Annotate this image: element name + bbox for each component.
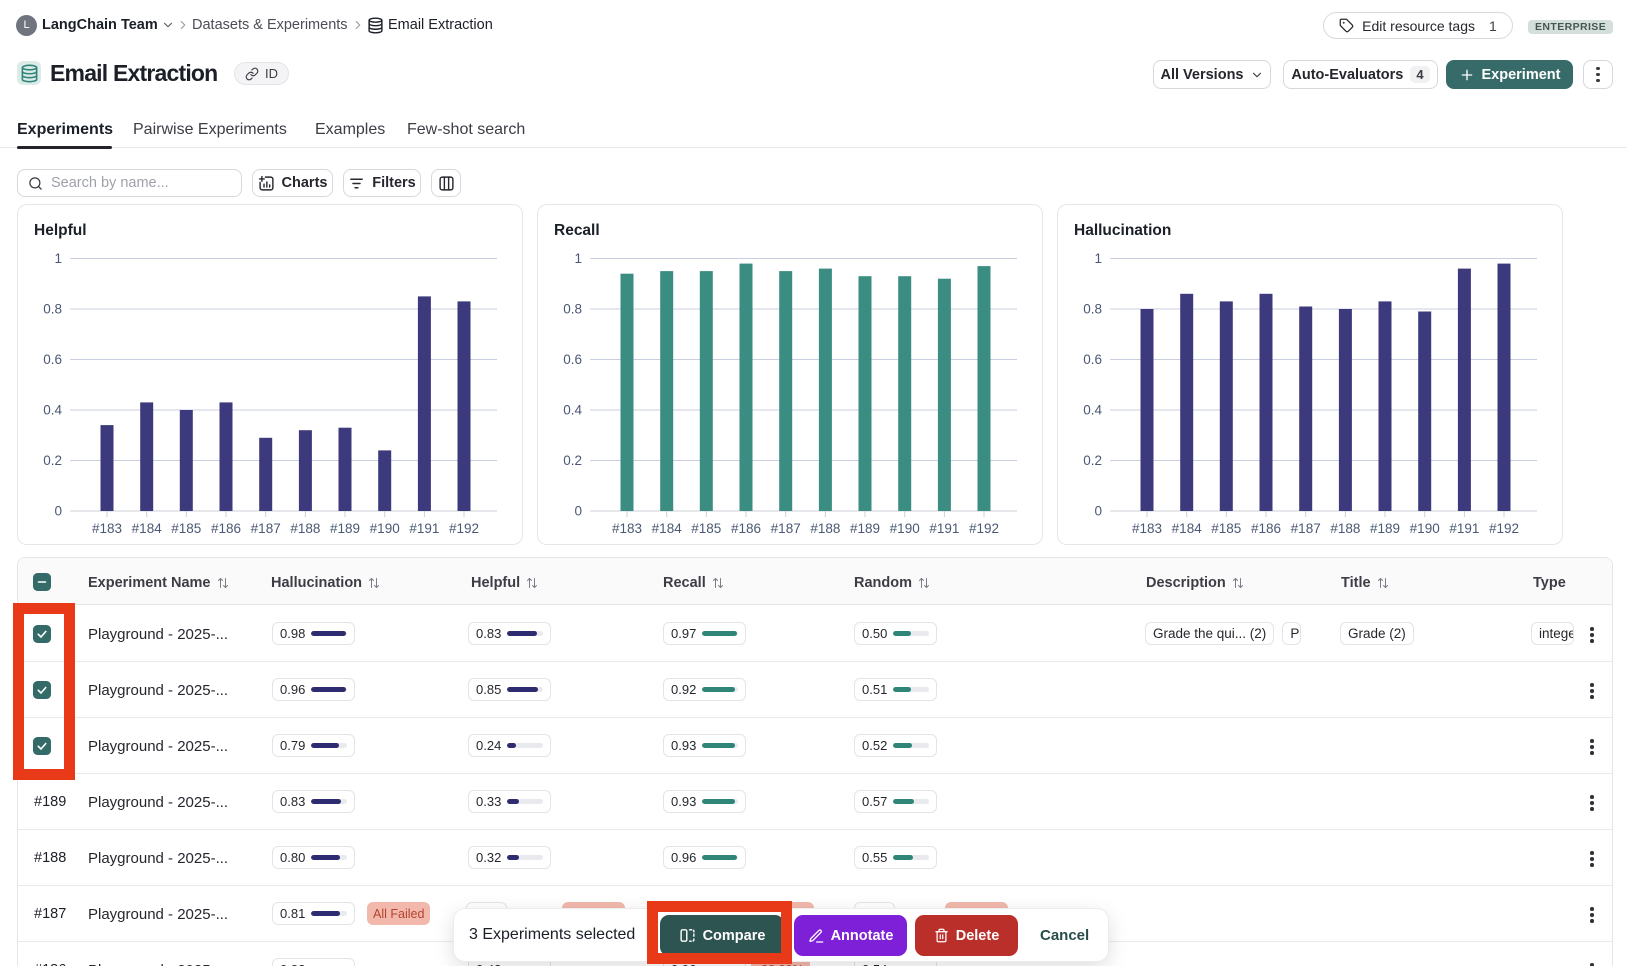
svg-text:#188: #188: [290, 521, 320, 536]
svg-text:Recall: Recall: [554, 222, 600, 239]
svg-text:#183: #183: [1132, 521, 1162, 536]
svg-text:0.8: 0.8: [43, 302, 62, 317]
svg-text:0.4: 0.4: [43, 403, 62, 418]
svg-text:#190: #190: [370, 521, 400, 536]
svg-text:#187: #187: [1291, 521, 1321, 536]
svg-text:#185: #185: [691, 521, 721, 536]
svg-text:#186: #186: [1251, 521, 1281, 536]
svg-text:#190: #190: [890, 521, 920, 536]
svg-text:#191: #191: [409, 521, 439, 536]
svg-text:#184: #184: [132, 521, 163, 536]
svg-text:#185: #185: [1211, 521, 1241, 536]
svg-text:#189: #189: [330, 521, 360, 536]
svg-text:1: 1: [574, 251, 582, 266]
svg-text:#186: #186: [731, 521, 761, 536]
svg-text:0: 0: [574, 504, 582, 519]
svg-text:#191: #191: [1449, 521, 1479, 536]
svg-text:0.4: 0.4: [563, 403, 582, 418]
svg-text:#192: #192: [1489, 521, 1519, 536]
svg-text:#189: #189: [1370, 521, 1400, 536]
svg-text:#191: #191: [929, 521, 959, 536]
svg-text:#186: #186: [211, 521, 241, 536]
svg-text:#187: #187: [771, 521, 801, 536]
svg-text:1: 1: [1094, 251, 1102, 266]
svg-text:#183: #183: [92, 521, 122, 536]
svg-text:#190: #190: [1410, 521, 1440, 536]
svg-text:0.2: 0.2: [43, 453, 62, 468]
svg-text:0.4: 0.4: [1083, 403, 1102, 418]
svg-text:#192: #192: [969, 521, 999, 536]
svg-text:#188: #188: [810, 521, 840, 536]
svg-text:#185: #185: [171, 521, 201, 536]
svg-text:0.2: 0.2: [563, 453, 582, 468]
svg-text:0.2: 0.2: [1083, 453, 1102, 468]
svg-text:0.6: 0.6: [563, 352, 582, 367]
svg-text:#192: #192: [449, 521, 479, 536]
svg-text:0.8: 0.8: [563, 302, 582, 317]
svg-text:1: 1: [54, 251, 62, 266]
svg-text:0.6: 0.6: [1083, 352, 1102, 367]
svg-text:Helpful: Helpful: [34, 222, 87, 239]
svg-text:Hallucination: Hallucination: [1074, 222, 1171, 239]
svg-text:#183: #183: [612, 521, 642, 536]
svg-text:#188: #188: [1330, 521, 1360, 536]
svg-text:#184: #184: [1172, 521, 1203, 536]
svg-text:0: 0: [54, 504, 62, 519]
svg-text:#184: #184: [652, 521, 683, 536]
svg-text:0.8: 0.8: [1083, 302, 1102, 317]
svg-text:#189: #189: [850, 521, 880, 536]
svg-text:0.6: 0.6: [43, 352, 62, 367]
svg-text:0: 0: [1094, 504, 1102, 519]
svg-text:#187: #187: [251, 521, 281, 536]
